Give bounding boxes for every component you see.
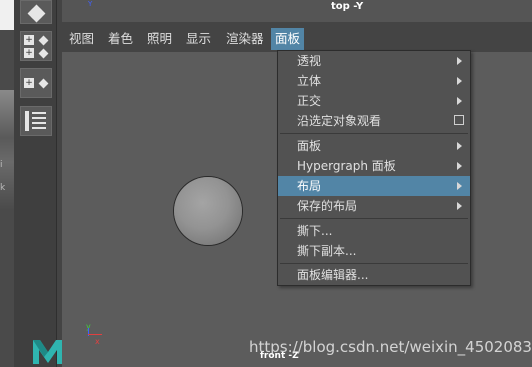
menu-item-label: 撕下... [297, 224, 333, 238]
axis-x-line [88, 334, 102, 335]
plus-icon: + [24, 48, 34, 58]
menu-item-label: 保存的布局 [297, 199, 358, 213]
menu-item-tear-off-copy[interactable]: 撕下副本... [278, 241, 470, 261]
single-pane-layout-button[interactable]: + [20, 68, 52, 98]
left-edge-text-2: k [0, 183, 6, 193]
submenu-arrow-icon [457, 97, 462, 105]
submenu-arrow-icon [457, 77, 462, 85]
menu-item-panel-editor[interactable]: 面板编辑器... [278, 265, 470, 285]
menu-item-look-through-selected[interactable]: 沿选定对象观看 [278, 111, 470, 131]
menu-item-label: Hypergraph 面板 [297, 159, 396, 173]
menu-item-label: 正交 [297, 94, 322, 108]
menu-lighting[interactable]: 照明 [143, 28, 176, 50]
diamond-icon [38, 78, 49, 89]
menu-view[interactable]: 视图 [65, 28, 98, 50]
menu-item-label: 立体 [297, 74, 322, 88]
axis-x-label: x [95, 337, 100, 346]
diamond-icon [38, 48, 49, 59]
menu-item-stereo[interactable]: 立体 [278, 71, 470, 91]
checkbox-icon[interactable] [454, 115, 464, 125]
watermark-text: https://blog.csdn.net/weixin_45020839 [249, 338, 532, 356]
menu-item-label: 透视 [297, 54, 322, 68]
menu-panels[interactable]: 面板 [271, 28, 305, 50]
menu-renderer[interactable]: 渲染器 [222, 28, 268, 50]
left-edge-white-panel [0, 0, 14, 30]
top-camera-label: top -Y [331, 1, 364, 12]
menu-separator [280, 218, 468, 219]
left-edge-text-1: i [0, 160, 3, 170]
menu-item-layouts[interactable]: 布局 [278, 176, 470, 196]
plus-icon: + [24, 35, 34, 45]
menu-show[interactable]: 显示 [182, 28, 215, 50]
menu-item-label: 沿选定对象观看 [297, 114, 382, 128]
menu-item-label: 面板 [297, 139, 322, 153]
panel-menubar: 视图 着色 照明 显示 渲染器 面板 [62, 28, 532, 50]
top-viewport[interactable]: Y top -Y [62, 0, 532, 22]
plus-icon: + [24, 78, 34, 88]
submenu-arrow-icon [457, 182, 462, 190]
sphere-object[interactable] [174, 177, 242, 245]
menu-item-label: 面板编辑器... [297, 268, 369, 282]
maya-logo-icon [33, 340, 63, 364]
toolbox: + + + [14, 0, 63, 367]
outliner-list-icon [25, 111, 46, 131]
diamond-icon [38, 35, 49, 46]
two-pane-layout-button[interactable]: + + [20, 31, 52, 61]
menu-item-saved-layouts[interactable]: 保存的布局 [278, 196, 470, 216]
submenu-arrow-icon [457, 202, 462, 210]
outliner-layout-button[interactable] [20, 106, 52, 136]
menu-item-label: 布局 [297, 179, 322, 193]
menu-item-tear-off[interactable]: 撕下... [278, 221, 470, 241]
panels-dropdown-menu: 透视 立体 正交 沿选定对象观看 面板 Hypergraph 面板 布局 保存的… [277, 50, 471, 286]
submenu-arrow-icon [457, 142, 462, 150]
menu-item-panel[interactable]: 面板 [278, 136, 470, 156]
menu-shading[interactable]: 着色 [104, 28, 137, 50]
menu-separator [280, 263, 468, 264]
menu-separator [280, 133, 468, 134]
menu-item-orthographic[interactable]: 正交 [278, 91, 470, 111]
menu-item-perspective[interactable]: 透视 [278, 51, 470, 71]
left-edge-strip: i k [0, 0, 14, 367]
submenu-arrow-icon [457, 57, 462, 65]
top-axis-indicator: Y [88, 0, 93, 8]
menu-item-hypergraph-panel[interactable]: Hypergraph 面板 [278, 156, 470, 176]
submenu-arrow-icon [457, 162, 462, 170]
menu-item-label: 撕下副本... [297, 244, 357, 258]
quad-layout-button[interactable] [20, 0, 52, 24]
